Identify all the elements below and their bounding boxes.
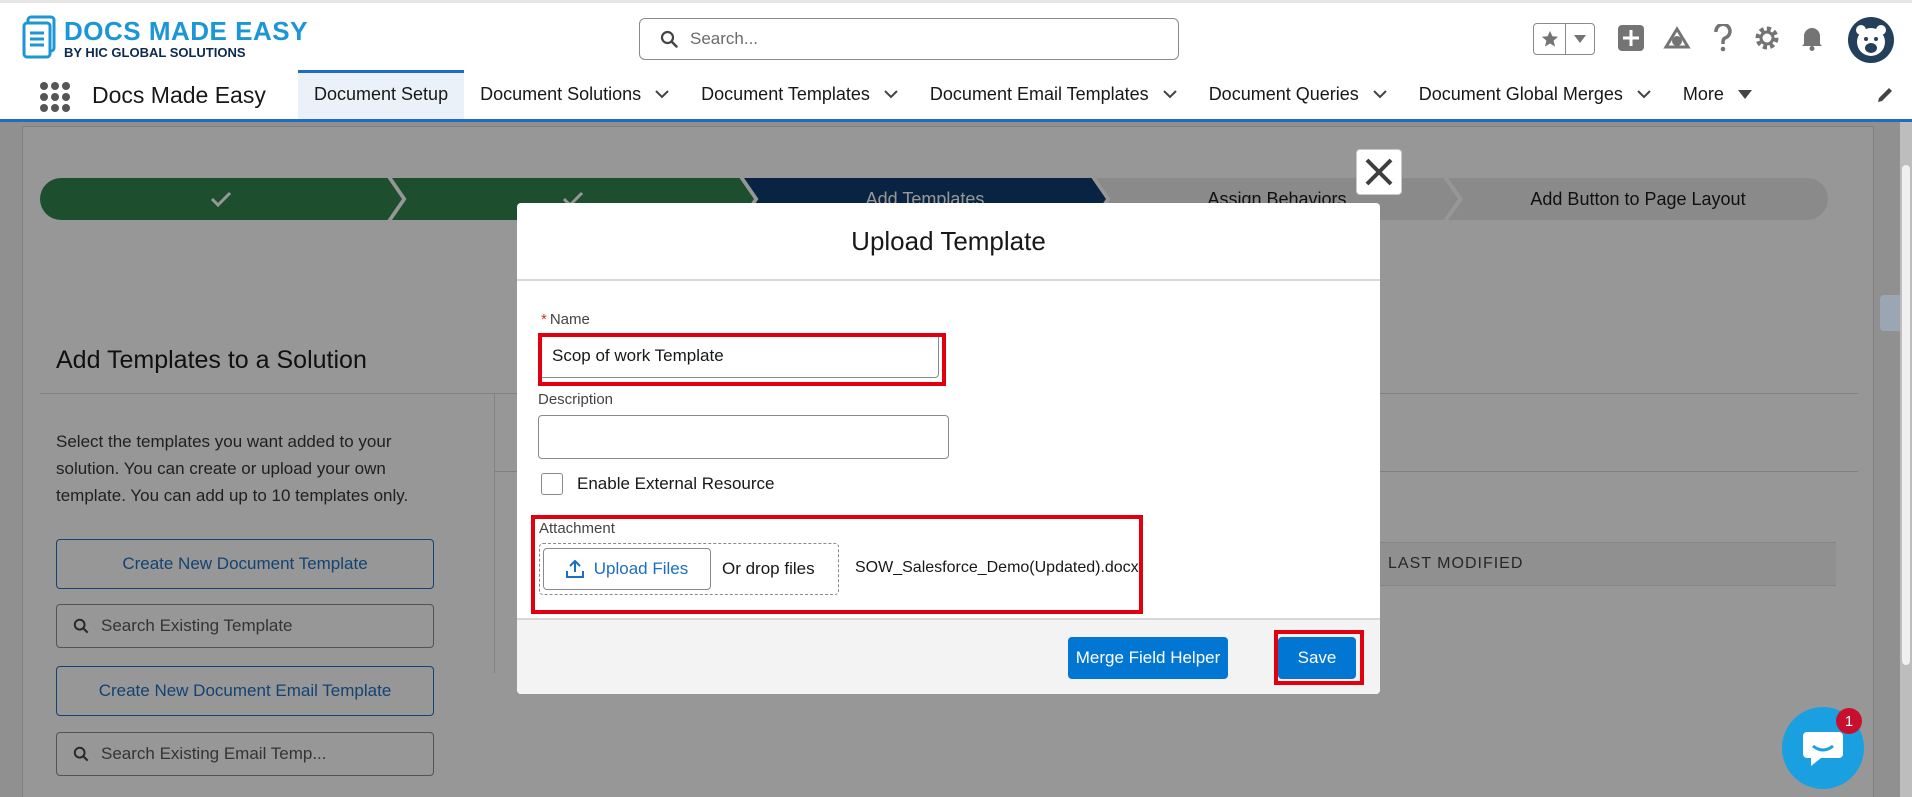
app-navigation-bar: Docs Made Easy Document Setup Document S… xyxy=(0,70,1912,122)
tab-document-queries[interactable]: Document Queries xyxy=(1193,70,1403,119)
global-actions-plus-icon[interactable] xyxy=(1614,21,1648,55)
description-field-label: Description xyxy=(538,391,614,408)
tab-document-global-merges[interactable]: Document Global Merges xyxy=(1403,70,1667,119)
global-header: DOCS MADE EASY BY HIC GLOBAL SOLUTIONS xyxy=(0,0,1912,70)
tab-document-templates[interactable]: Document Templates xyxy=(685,70,914,119)
upload-template-modal: Upload Template *Name Description Enable… xyxy=(517,203,1380,694)
tab-label: Document Templates xyxy=(701,84,870,104)
favorites-group xyxy=(1533,23,1595,55)
external-resource-label: Enable External Resource xyxy=(577,474,775,493)
enable-external-resource-checkbox[interactable] xyxy=(541,473,563,495)
global-search[interactable] xyxy=(639,18,1179,60)
modal-title: Upload Template xyxy=(517,203,1380,281)
app-launcher-icon[interactable] xyxy=(40,82,70,112)
tab-label: Document Setup xyxy=(314,84,449,104)
required-asterisk: * xyxy=(541,311,547,328)
global-search-input[interactable] xyxy=(690,29,1160,49)
external-resource-row: Enable External Resource xyxy=(541,473,775,495)
favorites-dropdown-icon[interactable] xyxy=(1566,24,1594,54)
merge-field-helper-button[interactable]: Merge Field Helper xyxy=(1068,637,1228,679)
edit-nav-pencil-icon[interactable] xyxy=(1876,86,1894,109)
tab-label: Document Solutions xyxy=(480,84,642,104)
logo-title: DOCS MADE EASY xyxy=(64,15,308,46)
logo-subtitle: BY HIC GLOBAL SOLUTIONS xyxy=(64,44,246,60)
tab-more[interactable]: More xyxy=(1667,70,1768,119)
favorite-star-icon[interactable] xyxy=(1534,24,1566,54)
tab-document-email-templates[interactable]: Document Email Templates xyxy=(914,70,1193,119)
modal-close-button[interactable] xyxy=(1356,149,1402,195)
help-icon[interactable] xyxy=(1706,21,1740,55)
chevron-down-icon[interactable] xyxy=(1373,90,1387,99)
close-icon xyxy=(1365,158,1393,186)
chevron-down-icon[interactable] xyxy=(1162,90,1177,99)
chevron-down-icon[interactable] xyxy=(655,90,669,99)
chat-unread-badge: 1 xyxy=(1836,708,1862,734)
user-avatar-icon xyxy=(1856,25,1886,56)
user-avatar[interactable] xyxy=(1848,17,1894,63)
highlight-attachment xyxy=(531,515,1143,614)
tab-document-solutions[interactable]: Document Solutions xyxy=(464,70,685,119)
tab-label: Document Global Merges xyxy=(1418,84,1623,104)
caret-down-icon[interactable] xyxy=(1737,90,1752,99)
name-field-label: * Name xyxy=(541,311,590,328)
tab-label: Document Queries xyxy=(1208,84,1359,104)
notifications-bell-icon[interactable] xyxy=(1795,21,1829,55)
tab-label: More xyxy=(1682,84,1724,104)
scrollbar-thumb[interactable] xyxy=(1902,165,1910,665)
highlight-save-button xyxy=(1274,630,1364,685)
chevron-down-icon[interactable] xyxy=(884,90,898,99)
trailhead-icon[interactable] xyxy=(1660,21,1694,55)
chevron-down-icon[interactable] xyxy=(1637,90,1651,99)
search-icon xyxy=(660,30,678,48)
tab-label: Document Email Templates xyxy=(929,84,1149,104)
nav-tabs: Document Setup Document Solutions Docume… xyxy=(298,70,1768,119)
description-input[interactable] xyxy=(538,415,949,459)
app-name: Docs Made Easy xyxy=(92,82,266,108)
document-logo-icon xyxy=(22,15,58,61)
setup-gear-icon[interactable] xyxy=(1750,21,1784,55)
modal-footer: Merge Field Helper Save xyxy=(517,618,1380,694)
tab-document-setup[interactable]: Document Setup xyxy=(298,70,465,119)
chat-bubble-icon xyxy=(1803,732,1843,766)
highlight-name-field xyxy=(538,333,946,386)
app-logo[interactable]: DOCS MADE EASY BY HIC GLOBAL SOLUTIONS xyxy=(22,15,308,61)
name-label-text: Name xyxy=(549,311,590,328)
